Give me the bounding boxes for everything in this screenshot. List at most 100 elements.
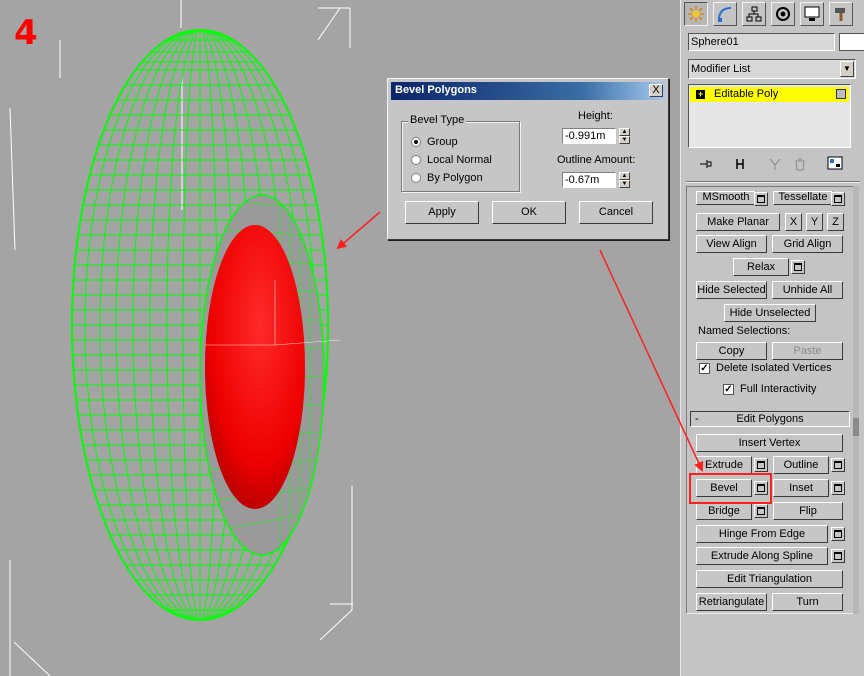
extrude-settings-button[interactable] <box>754 458 768 472</box>
wireframe-sphere[interactable] <box>71 29 341 621</box>
flip-button[interactable]: Flip <box>773 502 843 520</box>
step-number: 4 <box>14 13 38 53</box>
spin-up-icon[interactable]: ▲ <box>619 172 630 180</box>
show-end-result-icon[interactable] <box>731 155 749 173</box>
outline-settings-button[interactable] <box>831 458 845 472</box>
tessellate-button[interactable]: Tessellate <box>773 191 833 205</box>
full-interactivity-label: Full Interactivity <box>740 383 817 395</box>
motion-tab[interactable] <box>771 2 795 26</box>
turn-button[interactable]: Turn <box>772 593 843 611</box>
relax-settings-button[interactable] <box>791 260 805 274</box>
delete-isolated-checkbox[interactable]: ✓ <box>699 363 710 374</box>
tessellate-settings-button[interactable] <box>831 192 845 206</box>
bridge-button[interactable]: Bridge <box>696 502 752 520</box>
expand-plus-icon[interactable]: + <box>696 90 705 99</box>
radio-icon <box>411 155 421 165</box>
spinner-arrows[interactable]: ▲ ▼ <box>619 172 630 188</box>
grid-align-button[interactable]: Grid Align <box>772 235 843 253</box>
create-icon <box>688 6 704 22</box>
planar-z-button[interactable]: Z <box>827 213 844 231</box>
inset-button[interactable]: Inset <box>773 479 829 497</box>
utilities-icon <box>835 8 845 21</box>
configure-modifier-sets-icon[interactable] <box>826 155 844 173</box>
stack-item-editable-poly[interactable]: + Editable Poly <box>690 87 849 102</box>
scrollbar-thumb[interactable] <box>853 418 859 436</box>
spin-up-icon[interactable]: ▲ <box>619 128 630 136</box>
planar-x-button[interactable]: X <box>785 213 802 231</box>
hide-unselected-button[interactable]: Hide Unselected <box>724 304 816 322</box>
remove-modifier-icon[interactable] <box>791 155 809 173</box>
object-color-swatch[interactable] <box>839 33 864 51</box>
close-button[interactable]: X <box>649 84 663 97</box>
apply-button[interactable]: Apply <box>405 201 479 224</box>
radio-group[interactable]: Group <box>411 136 458 148</box>
extrude-button[interactable]: Extrude <box>696 456 752 474</box>
hinge-settings-button[interactable] <box>831 527 845 541</box>
display-icon <box>804 6 820 21</box>
bevelled-polygons[interactable] <box>205 225 305 509</box>
spinner-arrows[interactable]: ▲ ▼ <box>619 128 630 144</box>
bevel-highlight-box <box>689 473 772 504</box>
height-spinner[interactable]: -0.991m ▲ ▼ <box>562 128 632 144</box>
radio-label: Group <box>427 136 458 148</box>
pin-stack-icon[interactable] <box>697 155 715 173</box>
edit-polygons-rollout[interactable]: - Edit Polygons <box>690 411 850 427</box>
dialog-titlebar[interactable]: Bevel Polygons X <box>391 82 665 100</box>
view-align-button[interactable]: View Align <box>696 235 767 253</box>
hide-selected-button[interactable]: Hide Selected <box>696 281 767 299</box>
insert-vertex-button[interactable]: Insert Vertex <box>696 434 843 452</box>
ok-button[interactable]: OK <box>492 201 566 224</box>
display-tab[interactable] <box>800 2 824 26</box>
modify-tab[interactable] <box>713 2 737 26</box>
paste-button[interactable]: Paste <box>772 342 843 360</box>
copy-button[interactable]: Copy <box>696 342 767 360</box>
utilities-tab[interactable] <box>829 2 853 26</box>
make-unique-icon[interactable] <box>766 155 784 173</box>
modify-icon <box>718 7 732 22</box>
bevel-type-group: Bevel Type Group Local Normal By Polygon <box>401 114 520 192</box>
modifier-stack[interactable]: + Editable Poly <box>688 84 851 148</box>
spin-down-icon[interactable]: ▼ <box>619 136 630 144</box>
command-panel-tabs <box>681 0 864 28</box>
outline-spinner[interactable]: -0.67m ▲ ▼ <box>562 172 632 188</box>
edit-triangulation-button[interactable]: Edit Triangulation <box>696 570 843 588</box>
spin-down-icon[interactable]: ▼ <box>619 180 630 188</box>
retriangulate-button[interactable]: Retriangulate <box>696 593 767 611</box>
delete-isolated-label: Delete Isolated Vertices <box>716 362 832 374</box>
planar-y-button[interactable]: Y <box>806 213 823 231</box>
panel-scrollbar[interactable] <box>853 186 859 614</box>
radio-by-polygon[interactable]: By Polygon <box>411 172 483 184</box>
motion-icon <box>776 7 790 21</box>
stack-item-label: Editable Poly <box>714 88 779 100</box>
msmooth-settings-button[interactable] <box>754 192 768 206</box>
hierarchy-tab[interactable] <box>742 2 766 26</box>
outline-button[interactable]: Outline <box>773 456 829 474</box>
relax-button[interactable]: Relax <box>733 258 789 276</box>
height-field[interactable]: -0.991m <box>562 128 616 144</box>
create-tab[interactable] <box>684 2 708 26</box>
radio-icon <box>411 173 421 183</box>
named-selections-label: Named Selections: <box>698 325 791 337</box>
collapse-minus-icon: - <box>695 413 699 425</box>
extrude-along-spline-button[interactable]: Extrude Along Spline <box>696 547 828 565</box>
object-name-field[interactable]: Sphere01 <box>688 33 835 51</box>
unhide-all-button[interactable]: Unhide All <box>772 281 843 299</box>
full-interactivity-checkbox[interactable]: ✓ <box>723 384 734 395</box>
outline-amount-label: Outline Amount: <box>557 154 636 166</box>
modifier-list-dropdown[interactable]: Modifier List ▼ <box>688 59 856 79</box>
bridge-settings-button[interactable] <box>754 504 768 518</box>
stack-toolbar <box>681 152 864 178</box>
make-planar-button[interactable]: Make Planar <box>696 213 780 231</box>
msmooth-button[interactable]: MSmooth <box>696 191 756 205</box>
rollout-title: Edit Polygons <box>736 413 804 425</box>
extrude-spline-settings-button[interactable] <box>831 549 845 563</box>
radio-local-normal[interactable]: Local Normal <box>411 154 492 166</box>
command-panel: Sphere01 Modifier List ▼ + Editable Poly… <box>680 0 864 676</box>
cancel-button[interactable]: Cancel <box>579 201 653 224</box>
outline-field[interactable]: -0.67m <box>562 172 616 188</box>
modifier-list-label: Modifier List <box>691 63 751 75</box>
chevron-down-icon[interactable]: ▼ <box>840 61 854 77</box>
radio-icon-checked <box>411 137 421 147</box>
inset-settings-button[interactable] <box>831 481 845 495</box>
hinge-from-edge-button[interactable]: Hinge From Edge <box>696 525 828 543</box>
